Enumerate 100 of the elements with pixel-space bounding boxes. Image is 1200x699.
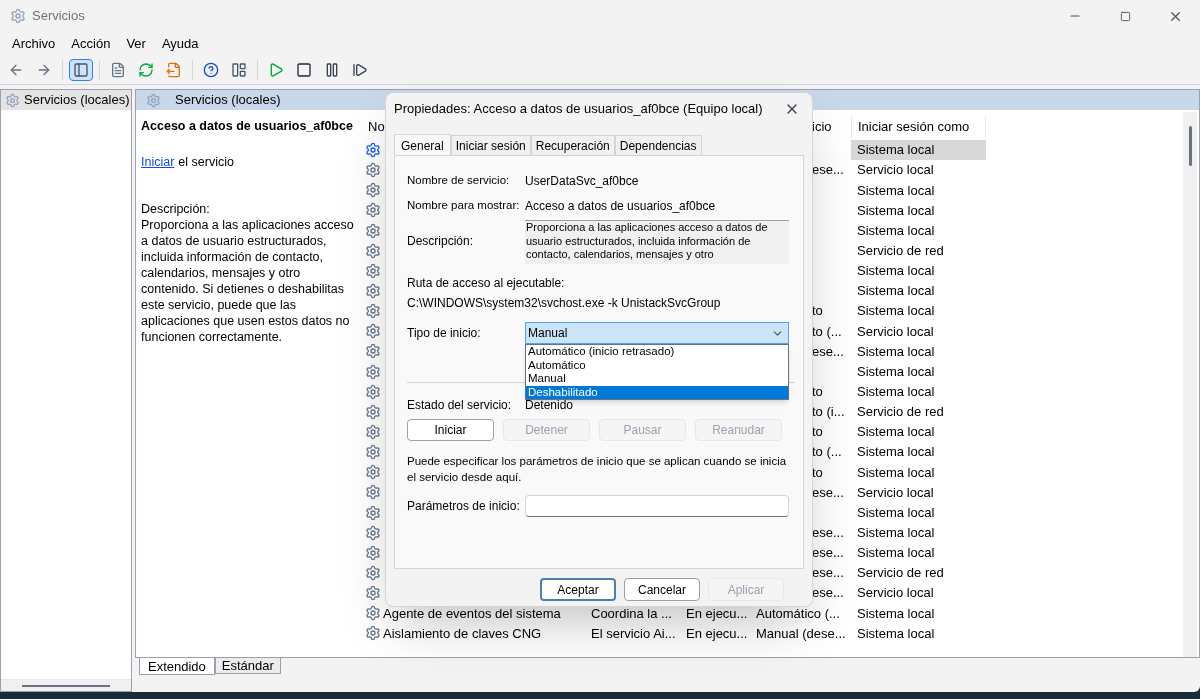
table-cell: Automático (... (756, 605, 840, 621)
pause-icon (324, 62, 340, 78)
field-value: Acceso a datos de usuarios_af0bce (525, 198, 716, 215)
maximize-icon (1119, 10, 1131, 22)
field-value: Detenido (525, 397, 574, 414)
panel-icon (231, 62, 247, 78)
gear-icon (365, 565, 381, 581)
menu-item[interactable]: Ver (118, 34, 154, 54)
gear-icon (365, 222, 381, 239)
field-value: UserDataSvc_af0bce (525, 173, 639, 190)
table-cell: ese... (812, 343, 844, 359)
field-label: Tipo de inicio: (407, 325, 482, 342)
dialog-button[interactable]: Aceptar (540, 578, 616, 601)
table-cell: to (812, 464, 823, 480)
gear-icon (365, 484, 381, 501)
field-label: Nombre para mostrar: (407, 198, 521, 214)
gear-icon (365, 625, 381, 642)
field-label: Parámetros de inicio: (407, 498, 521, 515)
column-header[interactable]: No (368, 119, 385, 135)
refresh-icon (138, 62, 154, 78)
gear-icon (365, 363, 381, 380)
table-cell-text: Aislamiento de claves CNG (383, 624, 542, 643)
toolbar-button[interactable] (69, 59, 93, 81)
description-label: Descripción: (141, 201, 211, 217)
window-title: Servicios (32, 7, 85, 26)
gear-icon (365, 524, 381, 541)
table-cell: to (... (812, 323, 842, 339)
gear-icon (365, 605, 381, 622)
action-text: el servicio (178, 154, 234, 170)
dropdown-option[interactable]: Automático (526, 358, 788, 372)
start-link[interactable]: Iniciar (141, 154, 175, 170)
table-cell: to (... (812, 444, 842, 460)
description-box: Proporciona a las aplicaciones acceso a datos de usuario estructurados, incluida información de contacto, calendarios, mensajes y otro (525, 220, 789, 264)
gear-icon (365, 182, 381, 199)
input-field[interactable] (525, 495, 789, 517)
service-button[interactable]: Iniciar (407, 419, 494, 441)
column-header[interactable]: Iniciar sesión como (851, 116, 986, 138)
menu-item[interactable]: Archivo (4, 34, 64, 54)
dialog-tab[interactable]: Dependencias (614, 135, 702, 155)
export-icon (166, 62, 182, 78)
table-cell: ese... (812, 525, 844, 540)
back-icon (8, 62, 24, 78)
gear-icon (365, 383, 381, 400)
play-icon (268, 62, 284, 78)
gear-icon (146, 92, 161, 108)
gear-icon (365, 403, 381, 420)
gear-icon (10, 8, 26, 24)
field-label: Estado del servicio: (407, 397, 513, 414)
help-icon (203, 62, 219, 78)
startup-type-dropdown[interactable]: Manual (525, 322, 789, 344)
column-header[interactable]: icio (812, 119, 832, 135)
gear-icon (5, 92, 20, 108)
gear-icon (365, 142, 381, 159)
path-value: C:\WINDOWS\system32\svchost.exe -k UnistackSvcGroup (407, 295, 722, 312)
gear-icon (365, 504, 381, 521)
dropdown-option[interactable]: Deshabilitado (526, 385, 788, 399)
gear-icon (365, 162, 381, 179)
panel-icon (73, 62, 89, 78)
menu-item[interactable]: Ayuda (153, 34, 207, 54)
description-text: Proporciona a las aplicaciones acceso a datos de usuario estructurados, incluida información de contacto, calendarios, mensajes y otro contenido. Si detienes o deshabilitas este servicio, puede que las aplicaciones que usen estos datos no funcionen correctamente. (141, 217, 355, 345)
dropdown-option[interactable]: Manual (526, 372, 788, 386)
table-cell[interactable]: Sistema local (851, 140, 986, 161)
gear-icon (365, 585, 381, 602)
tree-item[interactable]: Servicios (locales) (1, 90, 131, 110)
stop-icon (296, 62, 312, 78)
menu-item[interactable]: Acción (63, 34, 119, 54)
table-cell: Coordina la ... (591, 605, 672, 621)
gear-icon (365, 343, 381, 360)
service-title: Acceso a datos de usuarios_af0bce (141, 118, 354, 134)
dialog-tab[interactable]: Iniciar sesión (450, 135, 531, 155)
dropdown-option[interactable]: Automático (inicio retrasado) (526, 345, 788, 359)
document-icon (110, 62, 126, 78)
table-cell: Manual (dese... (756, 625, 846, 641)
dialog-button[interactable]: Cancelar (624, 578, 700, 601)
table-cell: ese... (812, 484, 844, 500)
table-cell: to (812, 303, 823, 319)
table-cell: to (i... (812, 404, 845, 420)
field-label: Descripción: (407, 233, 475, 250)
gear-icon (365, 303, 381, 320)
table-cell: ese... (812, 585, 844, 601)
hint-text: Puede especificar los parámetros de inicio que se aplican cuando se inicia el servicio desde aquí. (407, 454, 788, 485)
table-cell-text: Agente de eventos del sistema (383, 604, 561, 623)
view-tab[interactable]: Extendido (139, 658, 215, 675)
dialog-tab[interactable]: Recuperación (530, 135, 615, 155)
forward-icon (36, 62, 52, 78)
path-label: Ruta de acceso al ejecutable: (407, 275, 566, 292)
scrollbar[interactable] (1183, 112, 1197, 657)
gear-icon (365, 283, 381, 300)
resume-icon (352, 62, 368, 78)
scrollbar-thumb[interactable] (22, 684, 110, 687)
gear-icon (365, 323, 381, 340)
dialog-tab[interactable]: General (394, 134, 451, 156)
table-cell: ese... (812, 565, 844, 581)
gear-icon (365, 202, 381, 219)
view-tab[interactable]: Estándar (214, 658, 281, 674)
gear-icon (365, 464, 381, 481)
table-cell: ese... (812, 162, 844, 178)
gear-icon (365, 242, 381, 259)
gear-icon (365, 444, 381, 461)
table-cell: En ejecu... (686, 625, 748, 641)
